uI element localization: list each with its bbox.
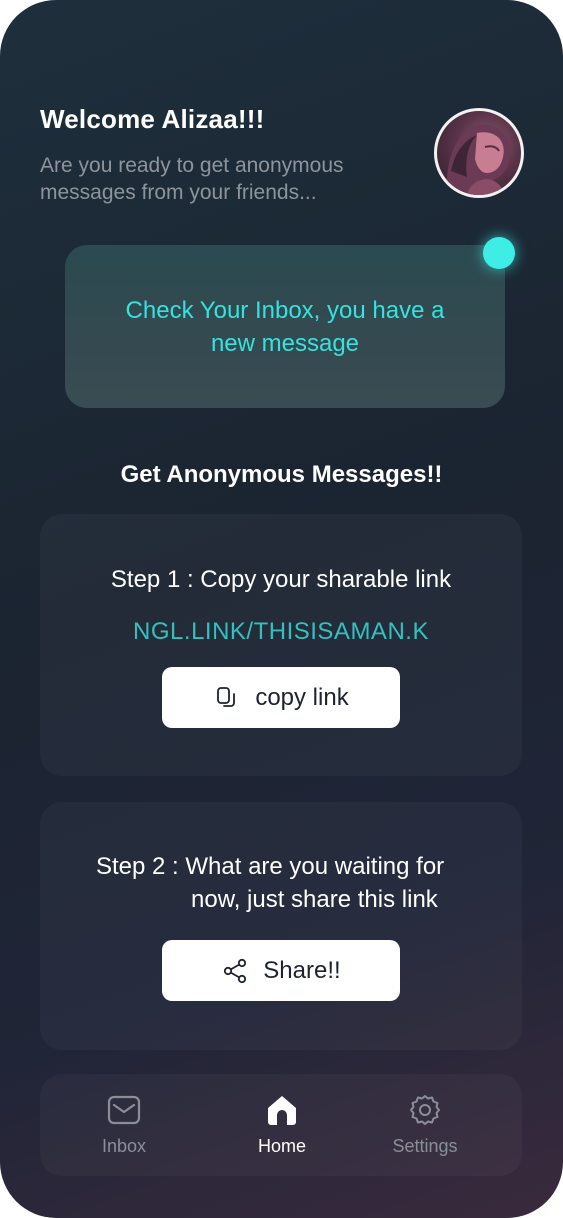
copy-icon xyxy=(213,684,241,712)
home-icon xyxy=(264,1092,300,1128)
share-button[interactable]: Share!! xyxy=(162,940,400,1001)
nav-label-home: Home xyxy=(257,1136,306,1156)
share-label: Share!! xyxy=(263,956,341,984)
inbox-notification-text: Check Your Inbox, you have a new message xyxy=(125,296,445,357)
section-title: Get Anonymous Messages!! xyxy=(120,461,443,488)
step-1-card: Step 1 : Copy your sharable link NGL.LIN… xyxy=(40,514,522,776)
gear-icon xyxy=(407,1092,443,1128)
step-2-card: Step 2 : What are you waiting for now, j… xyxy=(40,802,522,1050)
inbox-notification-card[interactable]: Check Your Inbox, you have a new message xyxy=(65,245,505,408)
profile-portrait-icon xyxy=(446,124,510,195)
copy-link-label: copy link xyxy=(255,683,349,711)
step-2-text-line-1: Step 2 : What are you waiting for xyxy=(96,853,445,880)
avatar[interactable] xyxy=(434,108,524,198)
bottom-navigation: Inbox Home Settings xyxy=(40,1074,522,1176)
share-icon xyxy=(221,957,249,985)
step-2-text-line-2: now, just share this link xyxy=(191,886,438,913)
nav-label-settings: Settings xyxy=(392,1136,458,1156)
nav-item-home[interactable]: Home xyxy=(227,1092,337,1162)
mail-icon xyxy=(106,1092,142,1128)
welcome-heading: Welcome Alizaa!!! xyxy=(40,104,265,134)
nav-item-inbox[interactable]: Inbox xyxy=(69,1092,179,1162)
nav-item-settings[interactable]: Settings xyxy=(370,1092,480,1162)
welcome-subtitle: Are you ready to get anonymous messages … xyxy=(40,154,344,204)
app-screen: Welcome Alizaa!!! Are you ready to get a… xyxy=(0,0,563,1218)
nav-label-inbox: Inbox xyxy=(101,1136,147,1156)
step-1-text: Step 1 : Copy your sharable link xyxy=(110,566,452,593)
notification-dot xyxy=(483,237,515,269)
step-2-text: Step 2 : What are you waiting for now, j… xyxy=(96,850,476,916)
sharable-link[interactable]: NGL.LINK/THISISAMAN.K xyxy=(40,618,522,646)
copy-link-button[interactable]: copy link xyxy=(162,667,400,728)
